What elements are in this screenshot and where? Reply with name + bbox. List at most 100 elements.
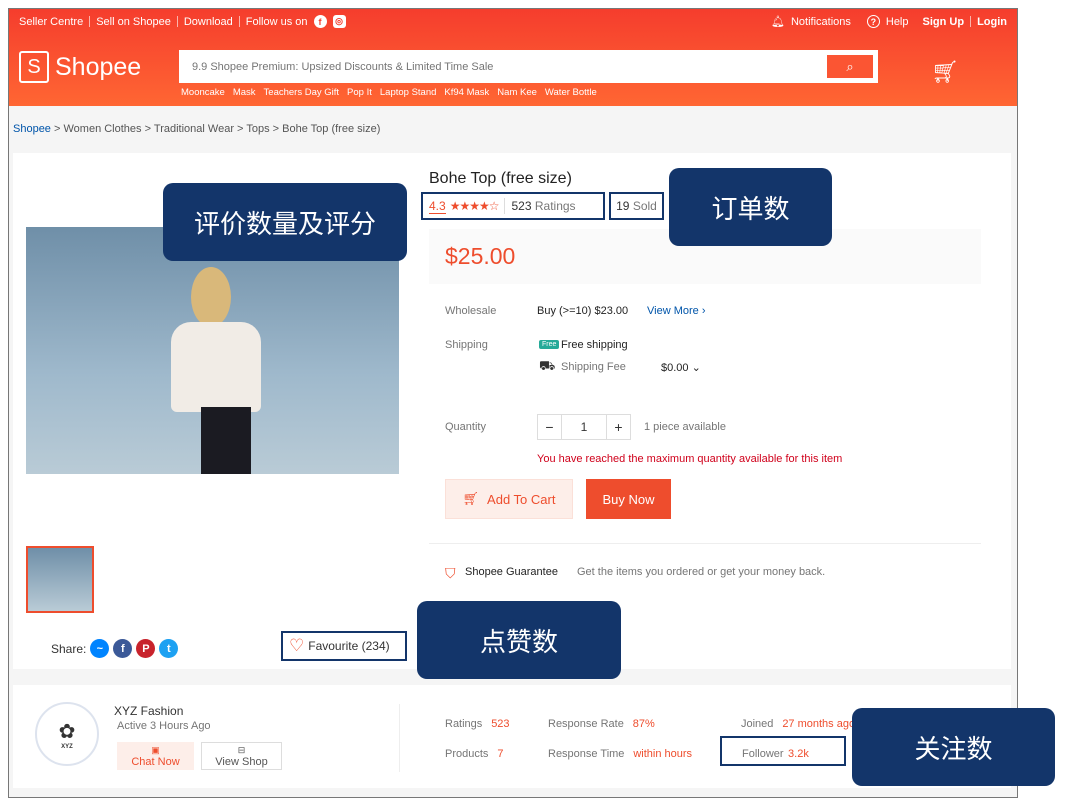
stat-value: 523: [491, 718, 510, 730]
logo-text: Shopee: [55, 52, 142, 81]
stat-label: Products: [445, 748, 489, 760]
facebook-share-icon[interactable]: f: [113, 639, 133, 658]
header: Seller Centre Sell on Shopee Download Fo…: [9, 9, 1017, 106]
increase-button[interactable]: +: [606, 415, 630, 439]
buy-now-button[interactable]: Buy Now: [586, 479, 671, 519]
login-link[interactable]: Login: [977, 16, 1007, 28]
shopee-bag-icon: S: [19, 51, 49, 83]
callout-ratings: 评价数量及评分: [163, 183, 407, 261]
breadcrumb-current: Bohe Top (free size): [282, 123, 381, 135]
search-input[interactable]: [182, 53, 822, 80]
add-to-cart-label: Add To Cart: [487, 491, 556, 507]
view-shop-label: View Shop: [215, 755, 268, 768]
decrease-button[interactable]: −: [538, 415, 562, 439]
hint-link[interactable]: Pop It: [347, 87, 372, 98]
divider: [429, 543, 981, 544]
download-link[interactable]: Download: [184, 16, 233, 28]
product-title: Bohe Top (free size): [429, 170, 572, 187]
stat-value: 27 months ago: [782, 718, 856, 730]
shopee-logo[interactable]: S Shopee: [19, 51, 141, 83]
top-nav-right: 🔔︎ Notifications ? Help Sign Up Login: [771, 15, 1007, 28]
messenger-icon[interactable]: ~: [90, 639, 110, 658]
quantity-input[interactable]: 1: [562, 415, 606, 439]
hint-link[interactable]: Mask: [233, 87, 256, 98]
wholesale-value: Buy (>=10) $23.00: [537, 305, 629, 317]
hint-link[interactable]: Mooncake: [181, 87, 225, 98]
thumbnail[interactable]: [26, 546, 94, 613]
chat-now-label: Chat Now: [131, 755, 180, 768]
hint-link[interactable]: Water Bottle: [545, 87, 597, 98]
stat-label: Response Time: [548, 748, 625, 760]
stock-available: 1 piece available: [644, 421, 726, 433]
buy-now-label: Buy Now: [602, 491, 655, 507]
chat-icon: ▣: [151, 744, 160, 755]
shop-avatar[interactable]: ✿ XYZ: [35, 702, 99, 766]
shipping-fee-label: Shipping Fee: [561, 361, 626, 373]
top-nav-left: Seller Centre Sell on Shopee Download Fo…: [19, 15, 346, 28]
view-shop-button[interactable]: ⊟ View Shop: [201, 742, 282, 770]
callout-orders: 订单数: [669, 168, 832, 246]
stat-value: within hours: [633, 748, 693, 760]
stat-products: Products 7: [445, 744, 503, 762]
shipping-fee-dropdown[interactable]: $0.00 ⌄: [661, 361, 701, 374]
rating-summary[interactable]: 4.3 ★★★★☆ 523 Ratings: [421, 192, 605, 220]
sell-on-shopee-link[interactable]: Sell on Shopee: [96, 16, 171, 28]
breadcrumb-item[interactable]: Shopee: [13, 123, 51, 135]
search-button[interactable]: ⌕: [827, 55, 873, 78]
sign-up-link[interactable]: Sign Up: [923, 16, 965, 28]
hint-link[interactable]: Laptop Stand: [380, 87, 437, 98]
shop-icon: ⊟: [237, 744, 246, 755]
rating-stars: ★★★★☆: [449, 199, 500, 213]
breadcrumb-item[interactable]: Women Clothes: [63, 123, 141, 135]
twitter-icon[interactable]: t: [159, 639, 179, 658]
hint-link[interactable]: Nam Kee: [497, 87, 537, 98]
hint-link[interactable]: Kf94 Mask: [444, 87, 489, 98]
hint-link[interactable]: Teachers Day Gift: [264, 87, 340, 98]
favourite-button[interactable]: ♡ Favourite (234): [281, 631, 407, 661]
blouse: [171, 322, 261, 412]
add-cart-icon: 🛒︎: [462, 491, 480, 506]
stat-response-time: Response Time within hours: [548, 744, 692, 762]
share-label: Share:: [51, 641, 87, 656]
shop-logo-text: XYZ: [61, 743, 73, 750]
view-more-link[interactable]: View More ›: [647, 305, 706, 317]
rating-value: 4.3: [429, 198, 446, 214]
wholesale-label: Wholesale: [445, 305, 497, 317]
shopee-guarantee[interactable]: Shopee Guarantee: [465, 566, 558, 578]
share-row: Share: ~ f P t: [51, 639, 179, 658]
add-to-cart-button[interactable]: 🛒︎ Add To Cart: [445, 479, 573, 519]
product-image[interactable]: [26, 227, 399, 474]
pinterest-icon[interactable]: P: [136, 639, 156, 658]
jeans: [201, 407, 251, 474]
breadcrumb-item[interactable]: Tops: [246, 123, 269, 135]
callout-likes: 点赞数: [417, 601, 621, 679]
favourite-label: Favourite (234): [308, 639, 390, 653]
search-hints: Mooncake Mask Teachers Day Gift Pop It L…: [181, 87, 597, 98]
quantity-stepper: − 1 +: [537, 414, 631, 440]
facebook-icon[interactable]: f: [313, 15, 327, 28]
guarantee-text: Get the items you ordered or get your mo…: [577, 566, 826, 578]
stat-response-rate: Response Rate 87%: [548, 714, 655, 732]
instagram-icon[interactable]: ◎: [332, 15, 346, 28]
hair: [191, 267, 231, 327]
cart-icon[interactable]: 🛒︎: [931, 59, 959, 85]
help-link[interactable]: Help: [886, 16, 909, 28]
chat-now-button[interactable]: ▣ Chat Now: [117, 742, 194, 770]
truck-icon: ⛟: [539, 358, 556, 373]
price: $25.00: [445, 243, 516, 269]
stat-value: 3.2k: [788, 748, 809, 760]
stat-follower: Follower 3.2k: [720, 736, 846, 766]
stat-ratings: Ratings 523: [445, 714, 510, 732]
bell-icon: 🔔︎: [770, 16, 785, 28]
stat-label: Joined: [741, 718, 774, 730]
stat-value: 7: [497, 748, 504, 760]
notifications-link[interactable]: Notifications: [791, 16, 851, 28]
seller-centre-link[interactable]: Seller Centre: [19, 16, 83, 28]
search-bar: ⌕: [179, 50, 878, 83]
quantity-label: Quantity: [445, 421, 486, 433]
shipping-fee: $0.00: [661, 362, 689, 374]
stat-label: Response Rate: [548, 718, 624, 730]
breadcrumb-item[interactable]: Traditional Wear: [154, 123, 234, 135]
shield-icon: ⛉: [445, 565, 456, 581]
shop-name: XYZ Fashion: [114, 704, 184, 718]
